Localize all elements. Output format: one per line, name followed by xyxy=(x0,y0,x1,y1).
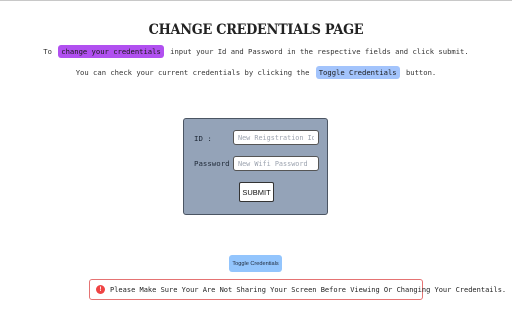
registration-id-input[interactable] xyxy=(233,130,319,145)
wifi-password-input[interactable] xyxy=(233,156,319,171)
credentials-form: ID : Password : SUBMIT xyxy=(183,118,328,215)
toggle-credentials-button[interactable]: Toggle Credentials xyxy=(229,255,282,272)
warning-banner: ! Please Make Sure Your Are Not Sharing … xyxy=(89,279,506,300)
alert-icon: ! xyxy=(96,285,105,294)
instruction-text: To change your credentials input your Id… xyxy=(0,45,512,58)
id-label: ID : xyxy=(194,134,212,143)
instruction-prefix: To xyxy=(43,47,52,56)
toggle-info-highlight: Toggle Credentials xyxy=(315,66,400,79)
toggle-info-suffix: button. xyxy=(405,68,437,77)
toggle-info-prefix: You can check your current credentials b… xyxy=(75,68,310,77)
instruction-highlight: change your credentials xyxy=(58,45,164,58)
submit-button[interactable]: SUBMIT xyxy=(239,182,274,202)
toggle-info-text: You can check your current credentials b… xyxy=(0,66,512,79)
warning-text: Please Make Sure Your Are Not Sharing Yo… xyxy=(110,285,507,294)
instruction-suffix: input your Id and Password in the respec… xyxy=(170,47,469,56)
password-label: Password : xyxy=(194,159,239,168)
page-title: CHANGE CREDENTIALS PAGE xyxy=(148,22,364,38)
top-divider xyxy=(0,0,512,1)
